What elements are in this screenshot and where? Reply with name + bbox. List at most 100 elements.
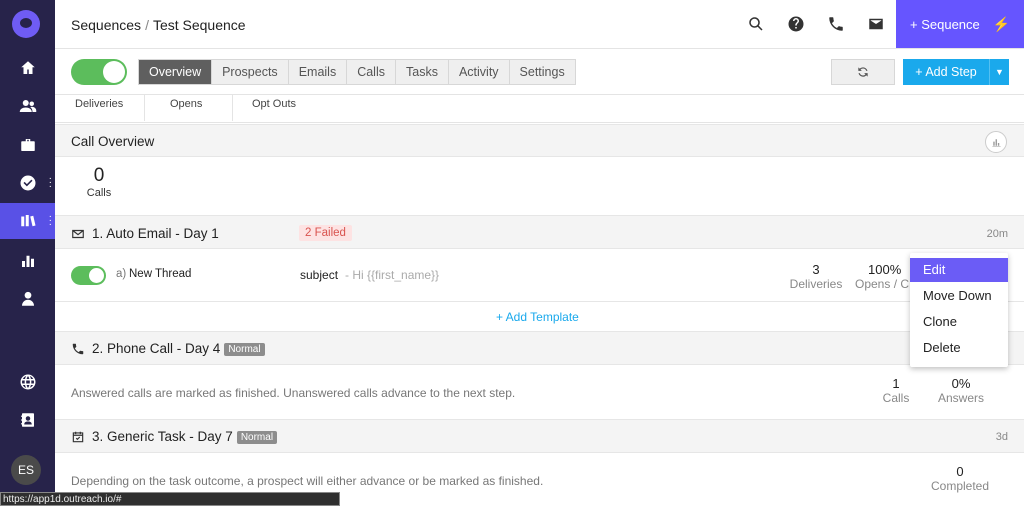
sidebar-contacts[interactable] — [0, 402, 55, 438]
metric-label-deliveries: Deliveries — [75, 98, 124, 110]
sequence-tabs: Overview Prospects Emails Calls Tasks Ac… — [138, 59, 576, 85]
toggle-knob — [103, 61, 125, 83]
phone-icon — [829, 17, 843, 31]
step-3-title: 3. Generic Task - Day 7 — [92, 429, 233, 444]
search-icon — [749, 17, 763, 31]
step-2-calls-value: 1 — [892, 376, 900, 391]
more-dots-icon[interactable]: · · · — [49, 212, 52, 230]
priority-badge: Normal — [224, 343, 265, 356]
step-2-calls-stat: 1 Calls — [871, 376, 921, 405]
globe-icon — [20, 374, 35, 390]
sidebar-home[interactable] — [0, 50, 55, 86]
deliveries-value: 3 — [812, 262, 820, 277]
menu-item-clone[interactable]: Clone — [910, 310, 1008, 334]
step-3-header: 3. Generic Task - Day 7 Normal 3d — [55, 419, 1024, 453]
sequence-active-toggle[interactable] — [71, 59, 127, 85]
mail-icon — [869, 18, 883, 30]
sidebar-tasks[interactable]: · · · — [0, 165, 55, 201]
metric-label-opens: Opens — [170, 98, 203, 110]
calendar-check-icon — [72, 431, 84, 443]
add-step-label[interactable]: + Add Step — [903, 59, 989, 85]
refresh-button[interactable] — [831, 59, 895, 85]
subject-label: subject — [300, 268, 339, 282]
step-3-description: Depending on the task outcome, a prospec… — [71, 474, 544, 488]
step-2-title-wrap[interactable]: 2. Phone Call - Day 4 Normal — [92, 341, 265, 356]
step-2-calls-label: Calls — [882, 391, 910, 405]
outreach-logo-icon[interactable] — [12, 10, 40, 38]
sidebar-profile[interactable] — [0, 281, 55, 317]
sidebar-globe[interactable] — [0, 364, 55, 400]
avatar[interactable]: ES — [11, 455, 41, 485]
call-overview-header: Call Overview — [55, 124, 1024, 157]
check-circle-icon — [20, 175, 35, 191]
bolt-icon[interactable]: ⚡ — [993, 16, 1010, 33]
calls-label: Calls — [86, 187, 112, 199]
completed-stat: 0 Completed — [925, 464, 995, 493]
sidebar-sequences[interactable]: · · · — [0, 203, 55, 239]
sequence-toolbar: Overview Prospects Emails Calls Tasks Ac… — [55, 49, 1024, 95]
person-icon — [21, 291, 34, 306]
deliveries-stat: 3 Deliveries — [785, 262, 847, 291]
failed-badge[interactable]: 2 Failed — [299, 225, 352, 241]
add-step-button[interactable]: + Add Step ▼ — [903, 59, 1009, 85]
tab-tasks[interactable]: Tasks — [396, 60, 449, 84]
breadcrumb: Sequences / Test Sequence — [71, 17, 246, 33]
subject-value: - Hi {{first_name}} — [345, 268, 440, 282]
contact-card-icon — [20, 413, 34, 427]
search-button[interactable] — [746, 14, 766, 34]
sidebar: · · · · · · ES — [0, 0, 55, 506]
home-icon — [20, 61, 35, 74]
tab-overview[interactable]: Overview — [139, 60, 213, 84]
deliveries-label: Deliveries — [789, 277, 843, 291]
divider — [144, 95, 145, 121]
step-3-time: 3d — [995, 431, 1008, 443]
breadcrumb-sequences[interactable]: Sequences — [71, 17, 141, 33]
tab-activity[interactable]: Activity — [449, 60, 510, 84]
help-button[interactable] — [786, 14, 806, 34]
thread-name[interactable]: New Thread — [129, 268, 191, 280]
template-toggle[interactable] — [71, 266, 106, 285]
refresh-icon — [858, 67, 868, 77]
completed-value: 0 — [956, 464, 964, 479]
mail-button[interactable] — [866, 14, 886, 34]
menu-item-edit[interactable]: Edit — [910, 258, 1008, 282]
step-1-template-row: a) New Thread subject - Hi {{first_name}… — [55, 250, 1024, 302]
answers-label: Answers — [937, 391, 984, 405]
breadcrumb-current: Test Sequence — [152, 17, 246, 33]
add-sequence-button[interactable]: + Sequence ⚡ — [896, 0, 1024, 48]
sidebar-accounts[interactable] — [0, 127, 55, 163]
metric-label-opt-outs: Opt Outs — [252, 98, 297, 110]
add-sequence-label: + Sequence — [910, 17, 980, 32]
tab-prospects[interactable]: Prospects — [212, 60, 289, 84]
add-template-link[interactable]: + Add Template — [496, 310, 579, 324]
step-1-title[interactable]: 1. Auto Email - Day 1 — [92, 226, 219, 241]
tab-settings[interactable]: Settings — [510, 60, 575, 84]
help-icon — [788, 16, 804, 32]
tab-calls[interactable]: Calls — [347, 60, 396, 84]
priority-badge: Normal — [236, 431, 278, 444]
chart-toggle-button[interactable] — [985, 131, 1007, 153]
tab-emails[interactable]: Emails — [289, 60, 348, 84]
breadcrumb-separator: / — [145, 17, 149, 33]
people-icon — [19, 100, 36, 112]
add-template-row: + Add Template — [55, 303, 1024, 331]
briefcase-icon — [20, 139, 35, 151]
phone-button[interactable] — [826, 14, 846, 34]
opens-label: Opens / C — [855, 277, 910, 291]
metrics-header: Deliveries Opens Opt Outs — [55, 95, 1024, 123]
sidebar-reports[interactable] — [0, 243, 55, 279]
envelope-icon — [72, 229, 84, 239]
menu-item-delete[interactable]: Delete — [910, 336, 1008, 360]
step-context-menu: Edit Move Down Clone Delete — [910, 253, 1008, 367]
menu-item-move-down[interactable]: Move Down — [910, 284, 1008, 308]
top-bar: Sequences / Test Sequence + Sequence ⚡ — [55, 0, 1024, 49]
more-dots-icon[interactable]: · · · — [49, 174, 52, 192]
chevron-down-icon[interactable]: ▼ — [989, 59, 1009, 85]
phone-icon — [72, 343, 84, 355]
sidebar-prospects[interactable] — [0, 88, 55, 124]
completed-label: Completed — [930, 479, 990, 493]
sequences-icon — [20, 215, 35, 227]
step-3-title-wrap[interactable]: 3. Generic Task - Day 7 Normal — [92, 429, 278, 444]
step-2-body: Answered calls are marked as finished. U… — [55, 366, 1024, 418]
step-2-header: 2. Phone Call - Day 4 Normal — [55, 331, 1024, 365]
